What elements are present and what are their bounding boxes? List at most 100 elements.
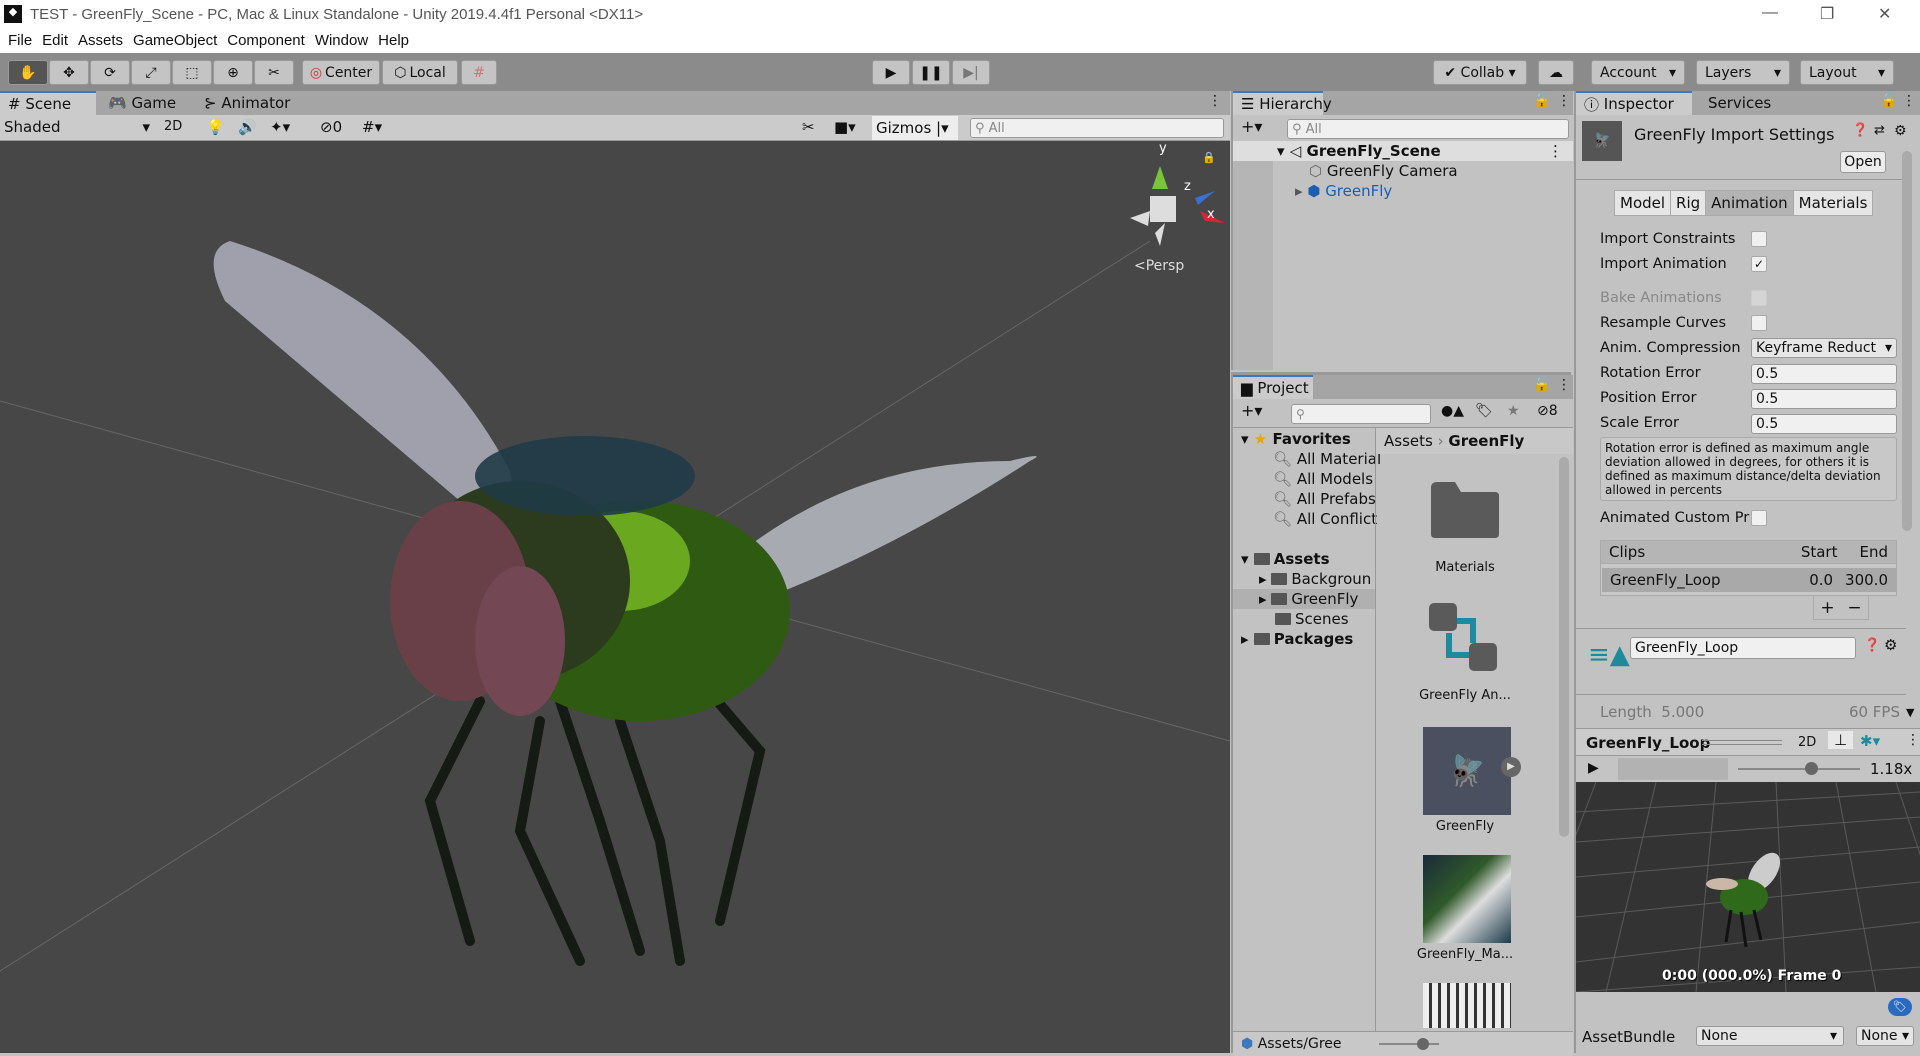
animated-custom-checkbox[interactable] bbox=[1751, 510, 1767, 526]
step-button[interactable]: ▶| bbox=[952, 60, 990, 85]
snap-icon[interactable]: # bbox=[461, 60, 497, 85]
collab-button[interactable]: ✔ Collab ▾ bbox=[1433, 60, 1527, 85]
pivot-center-button[interactable]: ◎ Center bbox=[302, 60, 380, 85]
hidden-objects-toggle[interactable]: ⊘0 bbox=[320, 118, 342, 136]
effects-icon[interactable]: ✦▾ bbox=[270, 118, 290, 136]
pause-button[interactable]: ❚❚ bbox=[912, 60, 950, 85]
position-error-input[interactable]: 0.5 bbox=[1751, 389, 1897, 409]
more-icon[interactable]: ⋮ bbox=[1208, 93, 1222, 109]
slider-handle[interactable] bbox=[1417, 1038, 1429, 1050]
texture-thumbnail[interactable] bbox=[1423, 983, 1511, 1028]
favorite-item[interactable]: 🔍︎ All Prefabs bbox=[1273, 489, 1376, 509]
create-button[interactable]: +▾ bbox=[1241, 401, 1262, 420]
favorite-item[interactable]: 🔍︎ All Models bbox=[1273, 469, 1373, 489]
tab-scene[interactable]: # Scene bbox=[0, 91, 96, 115]
move-tool-icon[interactable]: ✥ bbox=[49, 60, 89, 85]
persp-toggle[interactable]: <Persp bbox=[1134, 258, 1184, 274]
breadcrumb-assets[interactable]: Assets bbox=[1384, 432, 1433, 450]
more-icon[interactable]: ⋮ bbox=[1906, 732, 1920, 748]
settings-gear-icon[interactable]: ⚙ bbox=[1884, 636, 1897, 654]
folder-item[interactable]: ▸ Backgroun bbox=[1259, 569, 1371, 589]
lock-icon[interactable]: 🔒 bbox=[1202, 151, 1216, 164]
favorite-item[interactable]: 🔍︎ All Conflict bbox=[1273, 509, 1377, 529]
preset-icon[interactable]: ⇄ bbox=[1874, 123, 1885, 138]
minimize-button[interactable]: — bbox=[1762, 4, 1778, 22]
remove-clip-button[interactable]: − bbox=[1847, 598, 1861, 618]
lock-icon[interactable]: 🔓 bbox=[1880, 93, 1897, 109]
tab-project[interactable]: ▆ Project bbox=[1233, 375, 1313, 399]
2d-toggle[interactable]: 2D bbox=[164, 119, 182, 134]
orientation-gizmo[interactable] bbox=[1130, 166, 1225, 246]
hidden-packages-toggle[interactable]: ⊘8 bbox=[1537, 403, 1558, 419]
animator-controller-thumbnail[interactable] bbox=[1429, 603, 1501, 675]
transform-tool-icon[interactable]: ⊕ bbox=[213, 60, 253, 85]
hierarchy-search-input[interactable]: ⚲ All bbox=[1287, 119, 1569, 139]
settings-gear-icon[interactable]: ⚙ bbox=[1894, 123, 1907, 139]
more-icon[interactable]: ⋮ bbox=[1557, 93, 1571, 109]
subtab-rig[interactable]: Rig bbox=[1671, 191, 1707, 215]
project-search-input[interactable]: ⚲ bbox=[1291, 404, 1431, 424]
menu-assets[interactable]: Assets bbox=[78, 32, 123, 49]
grid-snap-icon[interactable]: #▾ bbox=[362, 118, 382, 136]
play-button[interactable]: ▶ bbox=[872, 60, 910, 85]
speed-slider[interactable] bbox=[1738, 768, 1860, 770]
create-button[interactable]: +▾ bbox=[1241, 117, 1262, 136]
model-thumbnail[interactable]: 🪰 bbox=[1423, 727, 1511, 815]
tab-inspector[interactable]: ⓘ Inspector bbox=[1576, 91, 1692, 115]
more-icon[interactable]: ⋮ bbox=[1902, 93, 1916, 109]
pivot-icon[interactable]: ⊥ bbox=[1828, 731, 1854, 749]
pivot-local-button[interactable]: ⬡ Local bbox=[382, 60, 458, 85]
material-texture-thumbnail[interactable] bbox=[1423, 855, 1511, 943]
cloud-icon[interactable]: ☁ bbox=[1538, 60, 1574, 85]
subtab-model[interactable]: Model bbox=[1615, 191, 1672, 215]
clip-name-input[interactable]: GreenFly_Loop bbox=[1630, 637, 1856, 659]
speed-slider-handle[interactable] bbox=[1805, 762, 1818, 775]
tab-animator[interactable]: ⊱ Animator bbox=[196, 91, 298, 115]
audio-icon[interactable]: 🔊 bbox=[238, 118, 257, 136]
subtab-materials[interactable]: Materials bbox=[1793, 191, 1873, 215]
scale-error-input[interactable]: 0.5 bbox=[1751, 414, 1897, 434]
camera-icon[interactable]: ■▾ bbox=[834, 118, 856, 136]
breadcrumb-greenfly[interactable]: GreenFly bbox=[1448, 432, 1524, 450]
preview-play-button[interactable]: ▶ bbox=[1588, 760, 1599, 776]
tag-icon[interactable]: 🏷 bbox=[1888, 998, 1912, 1016]
rotate-tool-icon[interactable]: ⟳ bbox=[90, 60, 130, 85]
label-icon[interactable]: 🏷 bbox=[1475, 403, 1493, 419]
close-button[interactable]: ✕ bbox=[1878, 4, 1891, 24]
tools-icon[interactable]: ✂ bbox=[802, 118, 815, 136]
tab-services[interactable]: Services bbox=[1700, 91, 1779, 115]
tab-game[interactable]: 🎮 Game bbox=[100, 91, 184, 115]
scene-search-input[interactable]: ⚲ All bbox=[970, 118, 1224, 138]
assets-folder[interactable]: ▾ Assets bbox=[1241, 549, 1330, 569]
project-scrollbar[interactable] bbox=[1559, 457, 1569, 837]
hierarchy-scene-row[interactable]: ▾ ◁ GreenFly_Scene ⋮ bbox=[1233, 141, 1573, 161]
menu-component[interactable]: Component bbox=[227, 32, 305, 49]
custom-tool-icon[interactable]: ✂ bbox=[254, 60, 294, 85]
tab-hierarchy[interactable]: ☰ Hierarchy bbox=[1233, 91, 1332, 115]
shading-dropdown[interactable]: Shaded ▾ bbox=[4, 118, 150, 136]
rotation-error-input[interactable]: 0.5 bbox=[1751, 364, 1897, 384]
help-icon[interactable]: ❓ bbox=[1864, 638, 1880, 653]
preview-timeline[interactable] bbox=[1618, 758, 1728, 780]
scene-view[interactable]: y z x <Persp 🔒 bbox=[0, 141, 1230, 1053]
drag-handle[interactable] bbox=[1702, 740, 1782, 745]
import-constraints-checkbox[interactable] bbox=[1751, 231, 1767, 247]
menu-edit[interactable]: Edit bbox=[42, 32, 68, 49]
folder-item[interactable]: Scenes bbox=[1275, 609, 1349, 629]
hierarchy-item-greenfly[interactable]: ▸ ⬢ GreenFly bbox=[1295, 181, 1392, 201]
star-icon[interactable]: ★ bbox=[1507, 403, 1520, 419]
import-animation-checkbox[interactable]: ✓ bbox=[1751, 256, 1767, 272]
lighting-icon[interactable]: 💡 bbox=[206, 118, 225, 136]
packages-folder[interactable]: ▸ Packages bbox=[1241, 629, 1353, 649]
avatar-icon[interactable]: ✱▾ bbox=[1860, 732, 1880, 750]
maximize-button[interactable]: ❐ bbox=[1820, 4, 1834, 24]
menu-file[interactable]: File bbox=[8, 32, 32, 49]
resample-curves-checkbox[interactable] bbox=[1751, 315, 1767, 331]
scale-tool-icon[interactable]: ⤢ bbox=[131, 60, 171, 85]
hierarchy-item-camera[interactable]: ⬡ GreenFly Camera bbox=[1309, 161, 1458, 181]
more-icon[interactable]: ⋮ bbox=[1557, 377, 1571, 393]
assetbundle-dropdown[interactable]: None ▾ bbox=[1696, 1026, 1844, 1046]
subtab-animation[interactable]: Animation bbox=[1706, 191, 1794, 215]
open-button[interactable]: Open bbox=[1840, 151, 1886, 173]
rect-tool-icon[interactable]: ⬚ bbox=[172, 60, 212, 85]
